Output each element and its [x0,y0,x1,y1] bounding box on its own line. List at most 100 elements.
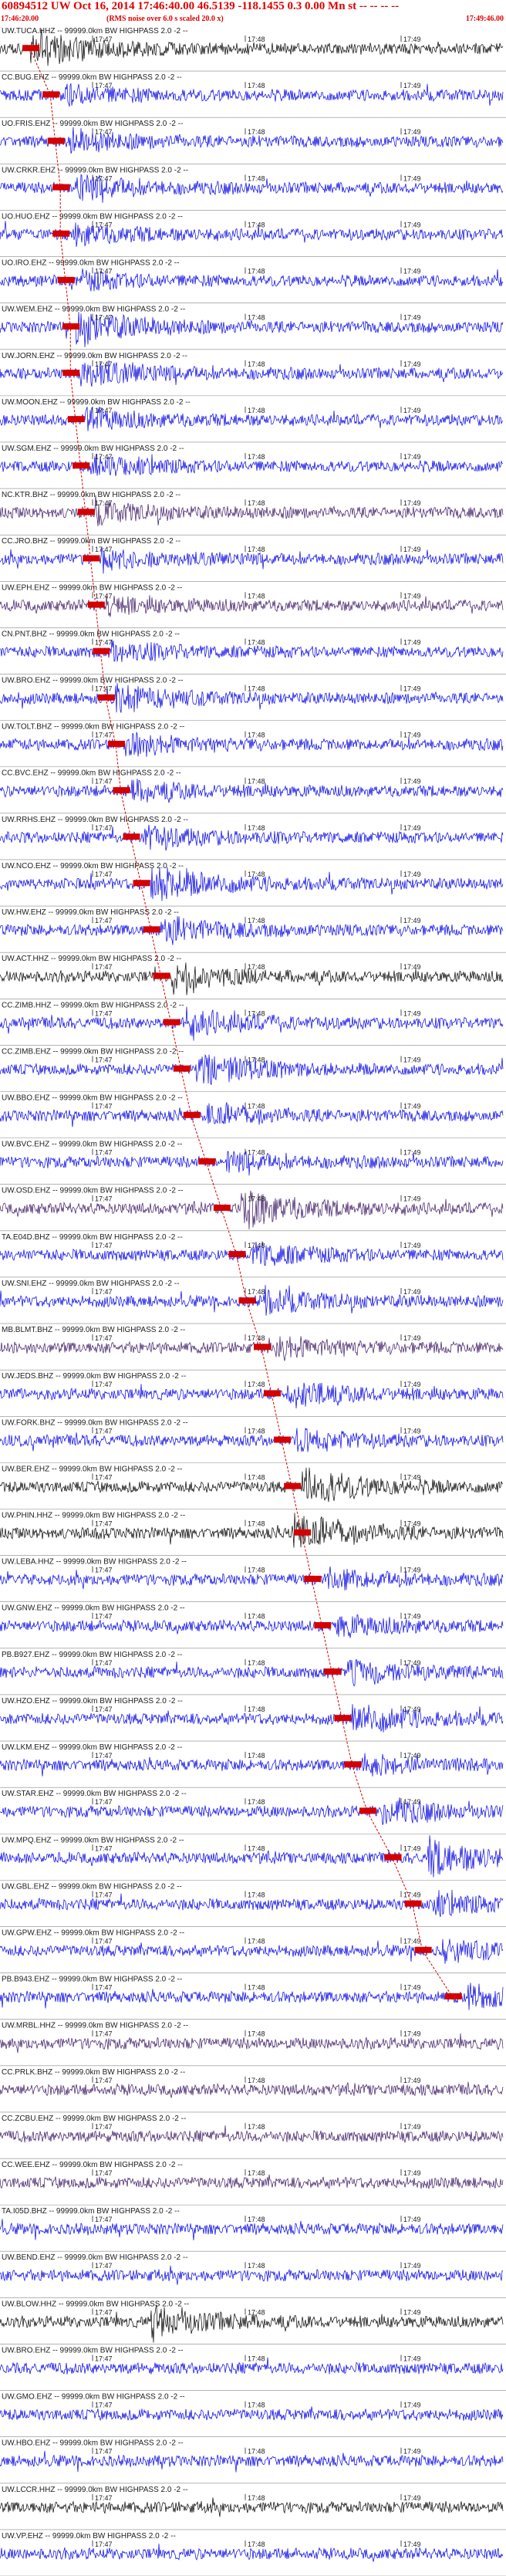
end-time: 17:49:46.00 [465,15,504,23]
tick-label: 17:48 [248,1149,265,1157]
phase-pick-marker [73,462,90,469]
tick-label: 17:47 [95,1009,113,1017]
tick-label: 17:47 [95,546,113,553]
tick-label: 17:49 [403,2402,421,2409]
channel-label: CC.BVC.EHZ -- 99999.0km BW HIGHPASS 2.0 … [2,769,181,778]
channel-label: CC.PRLK.BHZ -- 99999.0km BW HIGHPASS 2.0… [2,2068,185,2077]
tick-label: 17:47 [95,685,113,693]
phase-pick-marker [113,787,130,794]
channel-32: UW.PHIN.HHZ -- 99999.0km BW HIGHPASS 2.0… [0,1511,506,1556]
tick-label: 17:49 [403,82,421,90]
tick-label: 17:48 [248,2123,265,2131]
phase-pick-marker [324,1668,342,1675]
tick-label: 17:49 [403,1752,421,1760]
channel-label: UW.GPW.EHZ -- 99999.0km BW HIGHPASS 2.0 … [2,1929,184,1937]
tick-label: 17:49 [403,499,421,507]
channel-41: UW.GPW.EHZ -- 99999.0km BW HIGHPASS 2.0 … [0,1929,506,1973]
tick-label: 17:47 [95,82,113,90]
tick-label: 17:47 [95,917,113,925]
channel-47: TA.I05D.BHZ -- 99999.0km BW HIGHPASS 2.0… [0,2207,506,2252]
tick-label: 17:47 [95,638,113,646]
channel-label: UW.BLOW.HHZ -- 99999.0km BW HIGHPASS 2.0… [2,2300,189,2308]
tick-label: 17:49 [403,1659,421,1667]
channel-label: UW.BER.EHZ -- 99999.0km BW HIGHPASS 2.0 … [2,1465,182,1473]
channel-label: TA.I05D.BHZ -- 99999.0km BW HIGHPASS 2.0… [2,2207,180,2216]
tick-label: 17:48 [248,1427,265,1435]
tick-label: 17:48 [248,870,265,878]
channel-label: NC.KTR.BHZ -- 99999.0km BW HIGHPASS 2.0 … [2,491,180,499]
seismogram-page: 60894512 UW Oct 16, 2014 17:46:40.00 46.… [0,0,506,2576]
tick-label: 17:48 [248,1056,265,1063]
tick-label: 17:47 [95,1242,113,1249]
tick-label: 17:48 [248,1009,265,1017]
phase-pick-marker [284,1482,302,1489]
phase-pick-marker [334,1715,352,1722]
phase-pick-marker [344,1761,362,1768]
channel-14: UW.BRO.EHZ -- 99999.0km BW HIGHPASS 2.0 … [0,677,506,721]
channel-label: UW.MOON.EHZ -- 99999.0km BW HIGHPASS 2.0… [2,398,191,407]
channel-3: UW.CRKR.EHZ -- 99999.0km BW HIGHPASS 2.0… [0,166,506,211]
tick-label: 17:47 [95,963,113,971]
channel-48: UW.BEND.EHZ -- 99999.0km BW HIGHPASS 2.0… [0,2253,506,2298]
tick-label: 17:48 [248,592,265,600]
tick-label: 17:49 [403,1567,421,1574]
channel-label: UW.MPQ.EHZ -- 99999.0km BW HIGHPASS 2.0 … [2,1836,184,1844]
channel-8: UW.MOON.EHZ -- 99999.0km BW HIGHPASS 2.0… [0,398,506,443]
tick-label: 17:48 [248,2355,265,2362]
tick-label: 17:47 [95,407,113,414]
channel-33: UW.LEBA.HHZ -- 99999.0km BW HIGHPASS 2.0… [0,1558,506,1603]
tick-label: 17:47 [95,1149,113,1157]
tick-label: 17:47 [95,1844,113,1852]
channel-43: UW.MRBL.HHZ -- 99999.0km BW HIGHPASS 2.0… [0,2022,506,2067]
channel-label: UW.BBO.EHZ -- 99999.0km BW HIGHPASS 2.0 … [2,1094,183,1103]
tick-label: 17:48 [248,1937,265,1945]
tick-label: 17:48 [248,128,265,136]
channel-label: UW.TUCA.HHZ -- 99999.0km BW HIGHPASS 2.0… [2,27,188,35]
tick-label: 17:49 [403,1056,421,1063]
tick-label: 17:49 [403,1798,421,1806]
channel-5: UO.IRO.EHZ -- 99999.0km BW HIGHPASS 2.0 … [0,259,506,303]
phase-pick-marker [52,184,70,191]
tick-label: 17:47 [95,499,113,507]
channel-label: UW.LCCR.HHZ -- 99999.0km BW HIGHPASS 2.0… [2,2486,188,2494]
tick-label: 17:49 [403,221,421,228]
channel-label: MB.BLMT.BHZ -- 99999.0km BW HIGHPASS 2.0… [2,1326,185,1334]
phase-pick-marker [47,137,65,144]
tick-label: 17:48 [248,2216,265,2223]
tick-label: 17:47 [95,2402,113,2409]
phase-pick-marker [173,1065,191,1072]
tick-label: 17:48 [248,1381,265,1388]
tick-label: 17:48 [248,499,265,507]
channel-label: CC.WEE.EHZ -- 99999.0km BW HIGHPASS 2.0 … [2,2161,183,2169]
tick-label: 17:47 [95,824,113,832]
channel-0: UW.TUCA.HHZ -- 99999.0km BW HIGHPASS 2.0… [0,27,506,72]
channel-38: UW.STAR.EHZ -- 99999.0km BW HIGHPASS 2.0… [0,1790,506,1834]
tick-label: 17:47 [95,2541,113,2548]
channel-label: UW.GMO.EHZ -- 99999.0km BW HIGHPASS 2.0 … [2,2393,185,2402]
tick-label: 17:47 [95,314,113,322]
phase-pick-marker [228,1251,246,1258]
tick-label: 17:47 [95,268,113,276]
tick-label: 17:47 [95,2077,113,2084]
phase-pick-marker [77,509,95,516]
phase-pick-marker [198,1158,216,1165]
channel-label: UW.BRO.EHZ -- 99999.0km BW HIGHPASS 2.0 … [2,2346,183,2355]
tick-label: 17:49 [403,2541,421,2548]
tick-label: 17:47 [95,2169,113,2177]
tick-label: 17:48 [248,1706,265,1713]
tick-label: 17:48 [248,2169,265,2177]
phase-pick-marker [62,370,80,377]
tick-label: 17:47 [95,1891,113,1898]
channel-label: UW.STAR.EHZ -- 99999.0km BW HIGHPASS 2.0… [2,1790,187,1798]
channel-label: CN.PNT.BHZ -- 99999.0km BW HIGHPASS 2.0 … [2,630,180,638]
channel-2: UO.FRIS.EHZ -- 99999.0km BW HIGHPASS 2.0… [0,120,506,164]
tick-label: 17:49 [403,2123,421,2131]
channel-23: UW.BBO.EHZ -- 99999.0km BW HIGHPASS 2.0 … [0,1094,506,1138]
tick-label: 17:47 [95,778,113,786]
tick-label: 17:47 [95,35,113,43]
phase-pick-marker [123,833,140,840]
channel-18: UW.NCO.EHZ -- 99999.0km BW HIGHPASS 2.0 … [0,862,506,907]
tick-label: 17:49 [403,1103,421,1111]
channel-label: UW.LEBA.HHZ -- 99999.0km BW HIGHPASS 2.0… [2,1558,187,1567]
channel-label: UO.IRO.EHZ -- 99999.0km BW HIGHPASS 2.0 … [2,259,179,268]
